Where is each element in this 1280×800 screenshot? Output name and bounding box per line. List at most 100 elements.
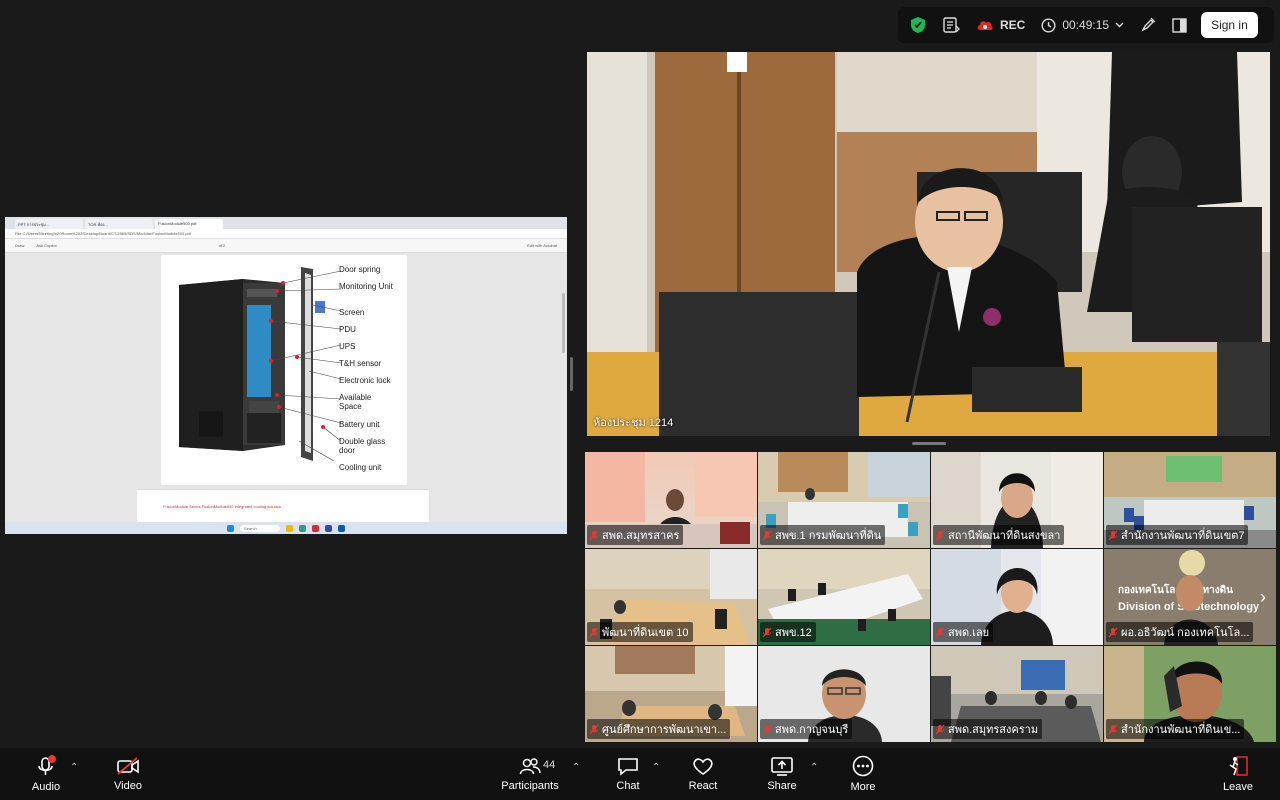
muted-mic-icon <box>762 530 772 540</box>
speaker-video-frame <box>587 52 1270 436</box>
participant-name: สพด.สมุทรสาคร <box>602 530 680 542</box>
edge-icon[interactable] <box>299 524 306 532</box>
pdf-draw-button[interactable]: Draw <box>15 243 24 248</box>
muted-mic-icon <box>589 530 599 540</box>
chat-options-caret[interactable]: ⌃ <box>652 762 660 773</box>
participant-tile[interactable]: สพด.สมุทรสงคราม <box>931 646 1103 742</box>
zoom-icon[interactable] <box>338 524 345 532</box>
participant-label: พัฒนาที่ดินเขต 10 <box>587 622 693 642</box>
start-icon[interactable] <box>227 524 234 532</box>
pdf-copilot-button[interactable]: Ask Copilot <box>36 243 56 248</box>
panel-resize-handle[interactable] <box>570 357 573 391</box>
participant-name: สพด.เลย <box>948 627 990 639</box>
meeting-info-icon[interactable] <box>936 11 966 39</box>
participants-options-caret[interactable]: ⌃ <box>572 762 580 773</box>
share-options-caret[interactable]: ⌃ <box>810 762 818 773</box>
participant-name: สพข.1 กรมพัฒนาที่ดิน <box>775 530 882 542</box>
pdf-page: Door spring Monitoring Unit Screen PDU U… <box>161 255 407 485</box>
teams-icon[interactable] <box>325 524 332 532</box>
participant-tile[interactable]: สพด.สมุทรสาคร <box>585 452 757 548</box>
audio-options-caret[interactable]: ⌃ <box>70 762 78 773</box>
participant-tile[interactable]: พัฒนาที่ดินเขต 10 <box>585 549 757 645</box>
annotate-pen-icon[interactable] <box>1134 11 1162 39</box>
legend-th-sensor: T&H sensor <box>339 359 382 368</box>
participant-label: สพข.1 กรมพัฒนาที่ดิน <box>760 525 886 545</box>
leave-door-icon <box>1229 756 1248 776</box>
gallery-resize-handle[interactable] <box>912 442 946 445</box>
participant-tile[interactable]: สำนักงานพัฒนาที่ดินเข... <box>1104 646 1276 742</box>
main-video[interactable]: ห้องประชุม 1214 <box>587 52 1270 436</box>
participant-tile[interactable]: สพด.เลย <box>931 549 1103 645</box>
muted-mic-icon <box>1108 530 1118 540</box>
gallery-next-page-icon[interactable]: › <box>1255 586 1271 608</box>
participant-tile[interactable]: สำนักงานพัฒนาที่ดินเขต7 <box>1104 452 1276 548</box>
share-button[interactable]: Share <box>764 748 800 800</box>
pdf-page-2: FusionModule Series FusionModule500 inte… <box>137 489 429 523</box>
pdf-scrollbar[interactable] <box>562 293 565 353</box>
participants-button[interactable]: Participants <box>500 748 560 800</box>
leave-button[interactable]: Leave <box>1218 748 1258 800</box>
muted-mic-icon <box>589 724 599 734</box>
legend-monitoring-unit: Monitoring Unit <box>339 282 393 291</box>
react-button[interactable]: React <box>684 748 722 800</box>
muted-mic-icon <box>935 530 945 540</box>
security-shield-icon[interactable] <box>904 11 932 39</box>
acrobat-icon[interactable] <box>312 524 319 532</box>
participant-tile[interactable]: สพข.12 <box>758 549 930 645</box>
layout-view-icon[interactable] <box>1166 11 1193 39</box>
recording-indicator[interactable]: REC <box>970 11 1031 39</box>
participant-name: สถานีพัฒนาที่ดินสงขลา <box>948 530 1061 542</box>
meeting-window: REC 00:49:15 Sign in PPT การประชุม... TO… <box>0 0 1280 800</box>
pdf-edit-acrobat-button[interactable]: Edit with Acrobat <box>527 243 557 248</box>
windows-taskbar: Search <box>5 522 567 534</box>
participant-label: สพด.สมุทรสงคราม <box>933 719 1043 739</box>
heart-icon <box>693 758 713 775</box>
participant-label: สถานีพัฒนาที่ดินสงขลา <box>933 525 1065 545</box>
video-off-icon <box>117 757 139 775</box>
browser-tab-active[interactable]: FusionModule500.pdf <box>155 219 223 229</box>
more-button[interactable]: More <box>845 748 881 800</box>
audio-button[interactable]: Audio <box>28 748 64 800</box>
participant-tile[interactable]: กองเทคโนโล...ภาพทางดิน Division of S...o… <box>1104 549 1276 645</box>
legend-pdu: PDU <box>339 325 356 334</box>
chat-bubble-icon <box>618 758 638 776</box>
muted-mic-icon <box>1108 627 1118 637</box>
folder-icon[interactable] <box>286 524 293 532</box>
legend-electronic-lock: Electronic lock <box>339 376 391 385</box>
video-button[interactable]: Video <box>110 748 146 800</box>
main-video-label: ห้องประชุม 1214 <box>593 417 674 429</box>
react-label: React <box>688 780 718 792</box>
participant-label: สพด.เลย <box>933 622 994 642</box>
cabinet-diagram <box>179 267 342 461</box>
participant-tile[interactable]: สพข.1 กรมพัฒนาที่ดิน <box>758 452 930 548</box>
chat-button[interactable]: Chat <box>610 748 646 800</box>
timer-value: 00:49:15 <box>1062 18 1110 32</box>
microphone-icon <box>38 755 56 775</box>
muted-mic-icon <box>762 627 772 637</box>
participant-label: สพด.สมุทรสาคร <box>587 525 684 545</box>
legend-screen: Screen <box>339 308 365 317</box>
pdf-viewer: Door spring Monitoring Unit Screen PDU U… <box>5 253 567 523</box>
meeting-timer[interactable]: 00:49:15 <box>1035 11 1130 39</box>
share-screen-icon <box>771 757 793 776</box>
participant-label: สำนักงานพัฒนาที่ดินเขต7 <box>1106 525 1249 545</box>
participants-count: 44 <box>543 759 556 771</box>
participants-icon <box>519 758 541 775</box>
more-label: More <box>850 781 876 793</box>
browser-tab[interactable]: TOR ห้อง... <box>85 219 153 229</box>
participant-tile[interactable]: สถานีพัฒนาที่ดินสงขลา <box>931 452 1103 548</box>
chevron-down-icon <box>1115 22 1124 28</box>
browser-tab[interactable]: PPT การประชุม... <box>15 219 83 229</box>
participant-name: สพด.สมุทรสงคราม <box>948 724 1039 736</box>
participant-tile[interactable]: สพด.กาญจนบุรี <box>758 646 930 742</box>
sign-in-button[interactable]: Sign in <box>1201 12 1258 38</box>
legend-battery-unit: Battery unit <box>339 420 380 429</box>
participant-tile[interactable]: ศูนย์ศึกษาการพัฒนาเขา... <box>585 646 757 742</box>
audio-label: Audio <box>31 781 61 793</box>
participant-name: ผอ.อธิวัฒน์ กองเทคโนโล... <box>1121 627 1250 639</box>
browser-address-bar[interactable]: File C:/Users/Meeting%20Room%202/Desktop… <box>5 229 567 239</box>
participant-name: ศูนย์ศึกษาการพัฒนาเขา... <box>602 724 727 736</box>
taskbar-search[interactable]: Search <box>240 524 280 532</box>
legend-cooling-unit: Cooling unit <box>339 463 382 472</box>
leave-label: Leave <box>1223 781 1253 793</box>
